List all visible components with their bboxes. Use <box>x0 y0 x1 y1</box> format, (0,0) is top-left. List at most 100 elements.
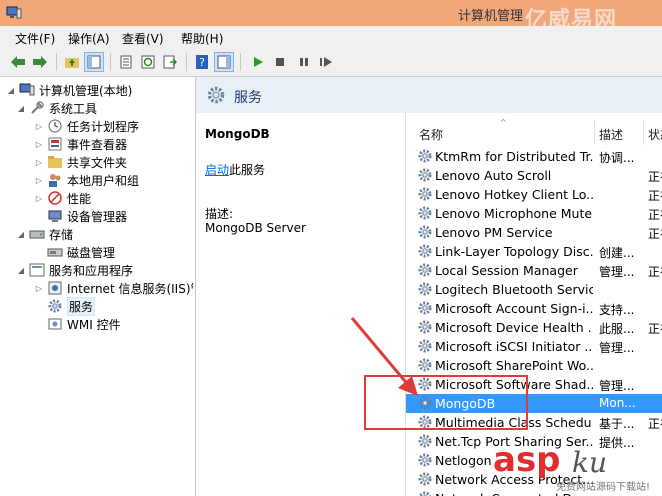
users-icon <box>49 174 61 187</box>
gear-icon <box>418 339 432 353</box>
refresh-icon <box>141 55 155 69</box>
service-row[interactable]: KtmRm for Distributed Tr... 协调... <box>406 147 662 166</box>
tree-item-local-users-groups[interactable]: ▷ 本地用户和组 <box>34 171 139 189</box>
collapse-arrow-icon[interactable]: ◢ <box>16 104 26 113</box>
show-hide-tree-button[interactable] <box>84 52 104 72</box>
expand-arrow-icon[interactable]: ▷ <box>34 284 44 293</box>
list-header: 名称 ^ 描述 状态 <box>406 118 662 145</box>
tree-item-shared-folders[interactable]: ▷ 共享文件夹 <box>34 153 127 171</box>
service-row[interactable]: Lenovo Hotkey Client Lo... 正在 <box>406 185 662 204</box>
start-service-button[interactable] <box>248 52 268 72</box>
properties-icon <box>120 55 132 69</box>
iis-icon <box>48 281 62 295</box>
tree-item-iis[interactable]: ▷ Internet 信息服务(IIS)管 <box>34 279 193 297</box>
tree-item-device-manager[interactable]: 设备管理器 <box>47 207 127 225</box>
tree-item-services-applications[interactable]: ◢ 服务和应用程序 <box>16 261 133 279</box>
tree-item-storage[interactable]: ◢ 存储 <box>16 225 73 243</box>
service-name: Lenovo Auto Scroll <box>435 168 552 183</box>
service-row[interactable]: Microsoft SharePoint Wo... <box>406 356 662 375</box>
service-row[interactable]: Lenovo PM Service 正在 <box>406 223 662 242</box>
folder-up-icon <box>65 58 79 68</box>
help-icon: ? <box>196 55 208 69</box>
watermark-k: ku <box>572 446 607 479</box>
service-row[interactable]: Local Session Manager 管理... 正在 <box>406 261 662 280</box>
forward-button[interactable] <box>30 52 50 72</box>
collapse-arrow-icon[interactable]: ◢ <box>6 86 16 95</box>
expand-arrow-icon[interactable]: ▷ <box>34 176 44 185</box>
service-description: 管理... <box>599 379 635 393</box>
stop-service-button[interactable] <box>270 52 290 72</box>
console-tree: ◢ 计算机管理(本地) ◢ 系统工具 ▷ 任务计划程序 ▷ 事件查看器 ▷ 共享… <box>0 77 196 496</box>
service-row[interactable]: Lenovo Microphone Mute 正在 <box>406 204 662 223</box>
show-action-pane-button[interactable] <box>214 52 234 72</box>
service-description: Mon... <box>599 396 636 410</box>
highlight-box <box>364 375 528 430</box>
tree-item-task-scheduler[interactable]: ▷ 任务计划程序 <box>34 117 139 135</box>
start-service-link[interactable]: 启动 <box>205 163 229 177</box>
service-row[interactable]: Link-Layer Topology Disc... 创建... <box>406 242 662 261</box>
pause-service-button[interactable] <box>294 52 314 72</box>
menu-help[interactable]: 帮助(H) <box>181 30 223 47</box>
tree-item-performance[interactable]: ▷ 性能 <box>34 189 91 207</box>
column-header-description[interactable]: 描述 <box>599 126 623 143</box>
column-header-name[interactable]: 名称 <box>419 126 443 143</box>
tree-item-disk-management[interactable]: 磁盘管理 <box>47 243 115 261</box>
selected-service-name: MongoDB <box>205 127 270 141</box>
restart-service-button[interactable] <box>316 52 336 72</box>
expand-arrow-icon[interactable]: ▷ <box>34 194 44 203</box>
service-row[interactable]: Logitech Bluetooth Service <box>406 280 662 299</box>
service-row[interactable]: Lenovo Auto Scroll 正在 <box>406 166 662 185</box>
help-button[interactable]: ? <box>192 52 212 72</box>
menu-file[interactable]: 文件(F) <box>15 30 55 47</box>
service-description: 协调... <box>599 151 635 165</box>
wmi-icon <box>48 318 62 330</box>
tools-icon <box>31 101 44 114</box>
banner-title: 服务 <box>234 90 262 106</box>
service-status: 正在 <box>648 170 662 184</box>
tree-item-wmi-control[interactable]: WMI 控件 <box>47 315 121 333</box>
service-name: Microsoft iSCSI Initiator ... <box>435 339 593 354</box>
properties-button[interactable] <box>116 52 136 72</box>
up-folder-button[interactable] <box>62 52 82 72</box>
console-tree-icon <box>87 55 101 69</box>
gear-icon <box>418 301 432 315</box>
back-button[interactable] <box>8 52 28 72</box>
service-name: Lenovo Hotkey Client Lo... <box>435 187 593 202</box>
service-name: Microsoft Account Sign-i... <box>435 301 593 316</box>
gear-icon <box>418 225 432 239</box>
gear-icon <box>418 320 432 334</box>
tree-item-system-tools[interactable]: ◢ 系统工具 <box>16 99 97 117</box>
stop-icon <box>276 58 284 66</box>
expand-arrow-icon[interactable]: ▷ <box>34 122 44 131</box>
tree-item-event-viewer[interactable]: ▷ 事件查看器 <box>34 135 127 153</box>
export-list-button[interactable] <box>160 52 180 72</box>
tree-item-services[interactable]: 服务 <box>47 296 96 316</box>
watermark-asp: asp <box>493 440 561 480</box>
gear-icon <box>418 187 432 201</box>
service-row[interactable]: Microsoft Device Health ... 此服... 正在 <box>406 318 662 337</box>
collapse-arrow-icon[interactable]: ◢ <box>16 266 26 275</box>
service-row[interactable]: Microsoft iSCSI Initiator ... 管理... <box>406 337 662 356</box>
expand-arrow-icon[interactable]: ▷ <box>34 158 44 167</box>
service-row[interactable]: Microsoft Account Sign-i... 支持... <box>406 299 662 318</box>
disk-icon <box>47 248 63 257</box>
service-description: 管理... <box>599 341 635 355</box>
service-name: Microsoft SharePoint Wo... <box>435 358 593 373</box>
service-name: Link-Layer Topology Disc... <box>435 244 593 259</box>
service-status: 正在 <box>648 417 662 431</box>
menu-view[interactable]: 查看(V) <box>122 30 164 47</box>
refresh-button[interactable] <box>138 52 158 72</box>
service-name: Logitech Bluetooth Service <box>435 282 593 297</box>
forward-arrow-icon <box>33 56 47 68</box>
column-header-status[interactable]: 状态 <box>648 126 662 143</box>
watermark-subtitle: 免费网站源码下载站! <box>556 482 651 493</box>
device-manager-icon <box>48 210 62 222</box>
event-viewer-icon <box>48 137 62 151</box>
tree-item-computer-management[interactable]: ◢ 计算机管理(本地) <box>6 81 132 99</box>
service-name: Local Session Manager <box>435 263 578 278</box>
collapse-arrow-icon[interactable]: ◢ <box>16 230 26 239</box>
description-label: 描述: <box>205 207 234 221</box>
menu-action[interactable]: 操作(A) <box>68 30 110 47</box>
expand-arrow-icon[interactable]: ▷ <box>34 140 44 149</box>
service-status: 正在 <box>648 265 662 279</box>
